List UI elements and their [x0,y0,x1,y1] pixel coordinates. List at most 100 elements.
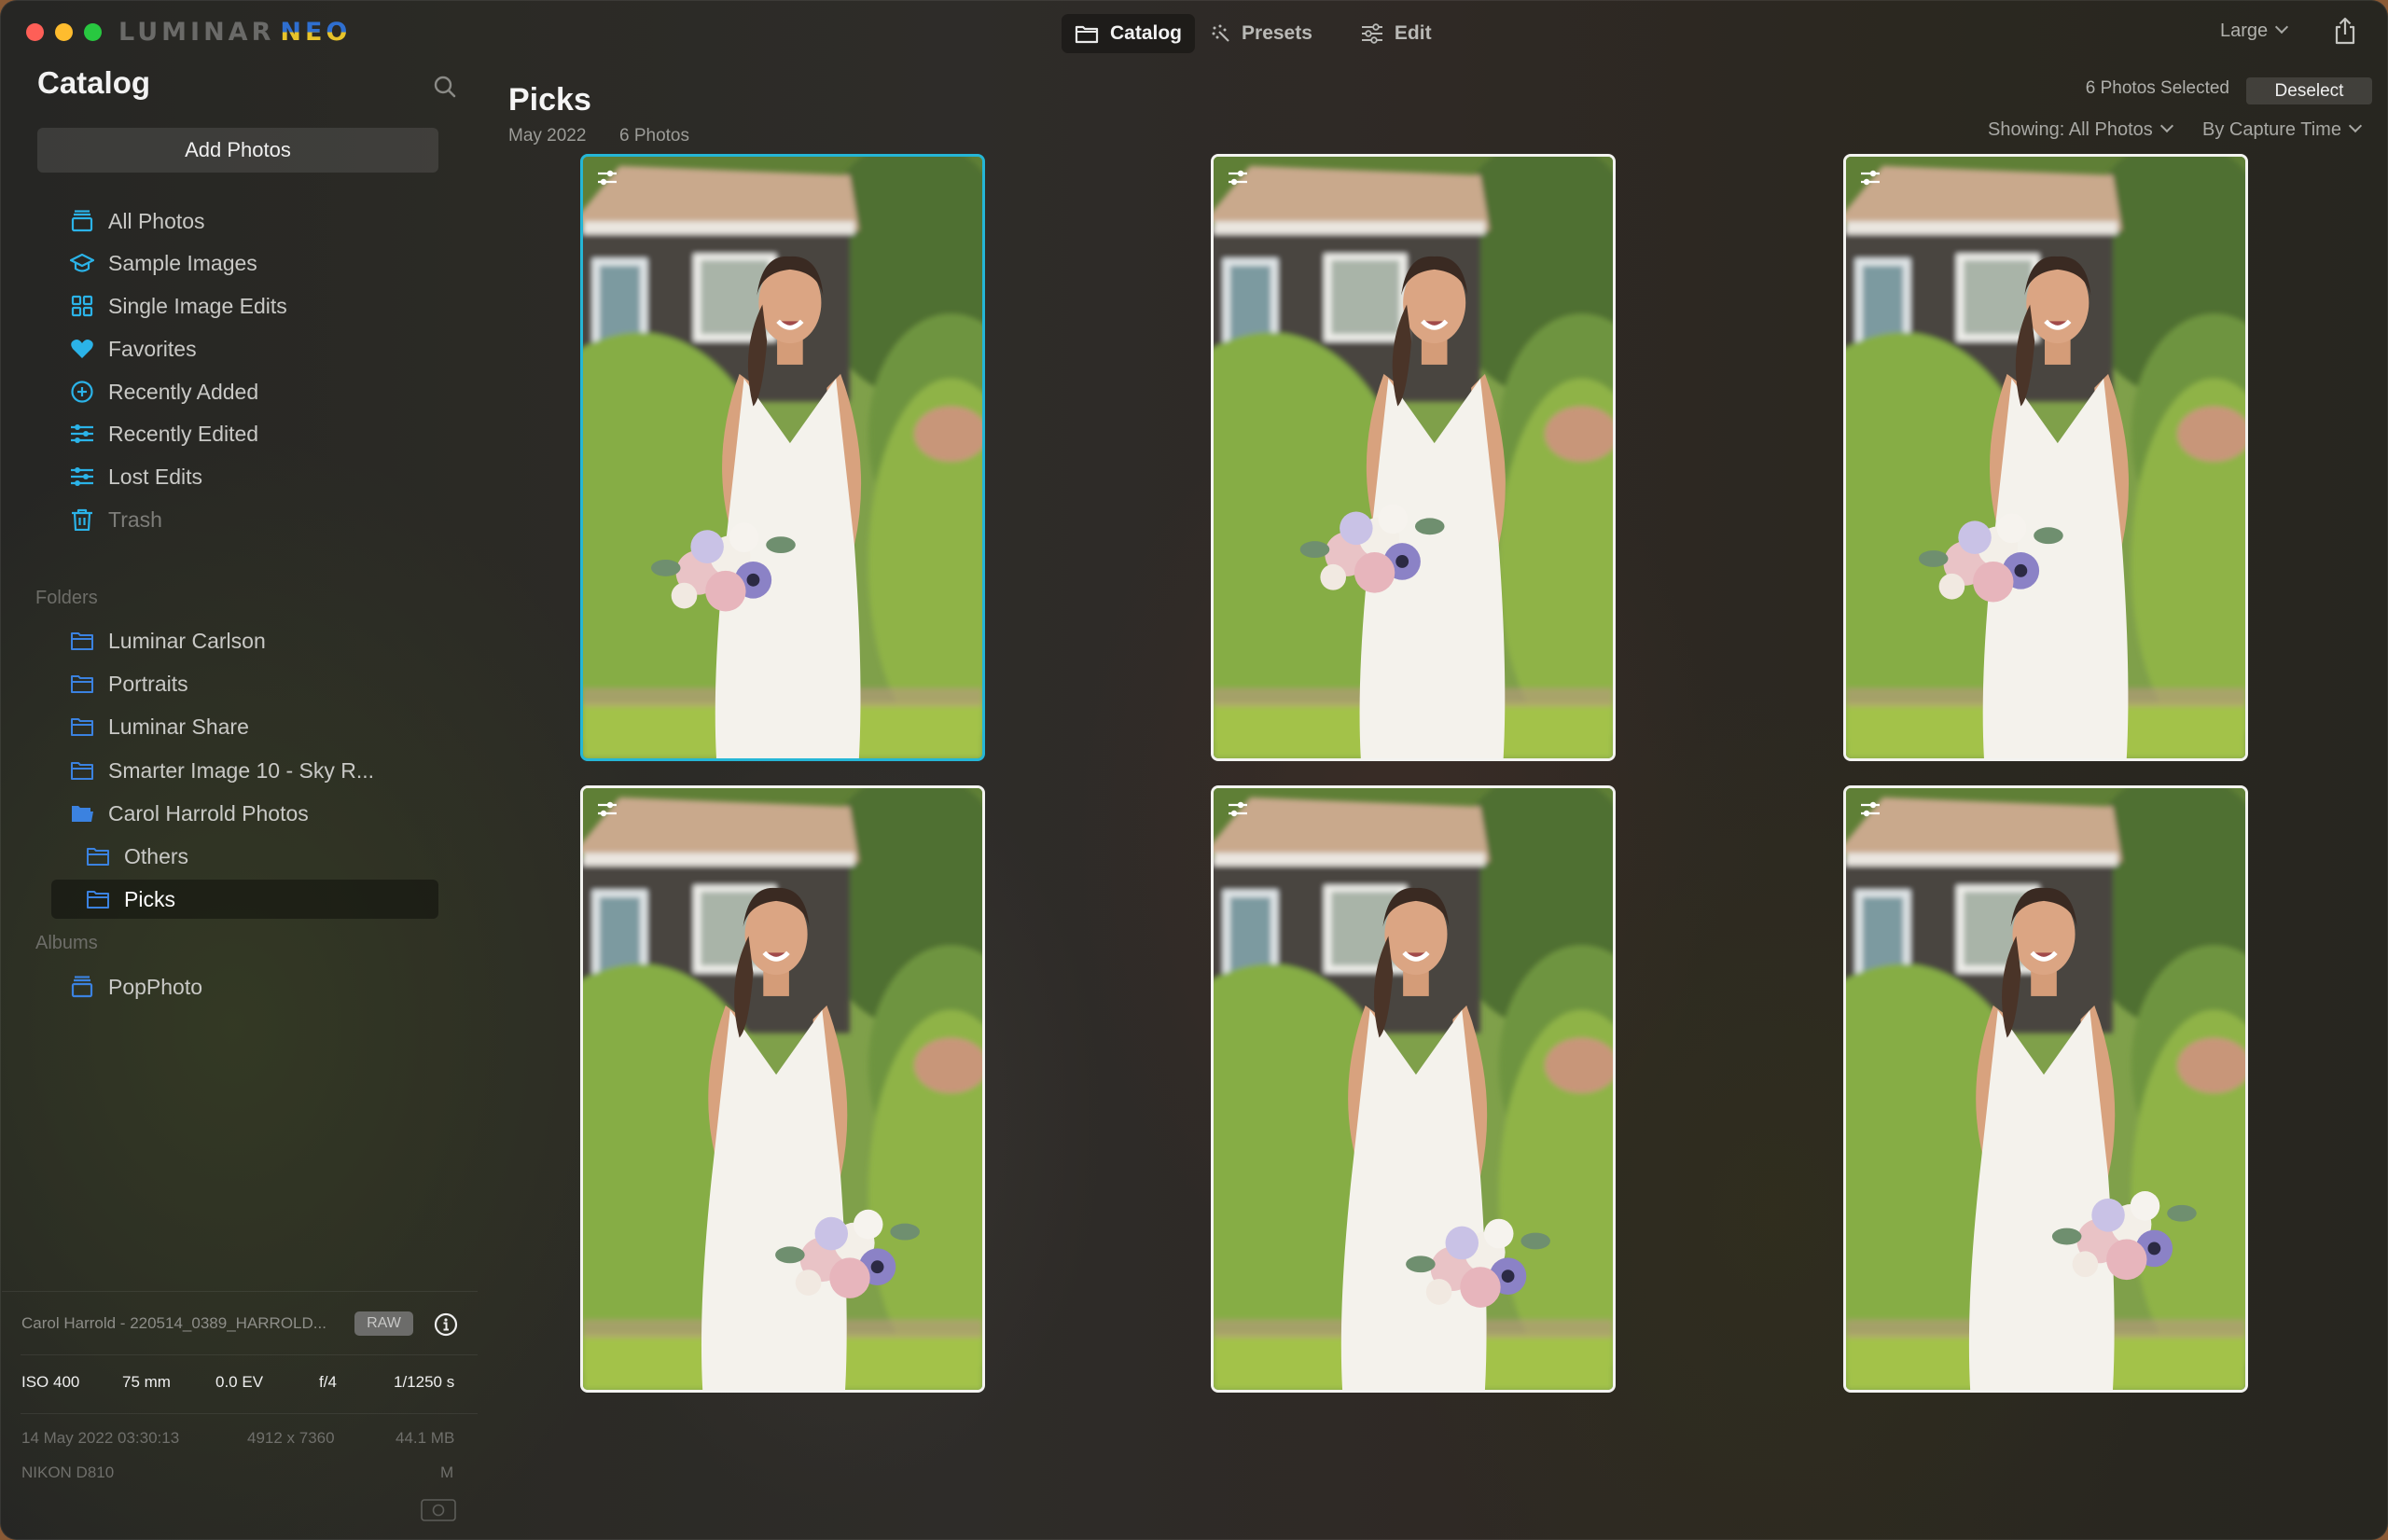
sidebar-item-label: Recently Added [108,379,259,404]
exif-focal-length: 75 mm [122,1373,171,1391]
photo-image [583,157,982,758]
grid-icon [71,295,93,317]
photo-thumbnail[interactable] [1843,785,2248,1393]
sort-dropdown[interactable]: By Capture Time [2202,118,2363,141]
sidebar-item-favorites[interactable]: Favorites [51,329,438,368]
sidebar-item-label: Recently Edited [108,421,259,446]
info-row-divider [21,1413,478,1414]
folder-item-luminar-share[interactable]: Luminar Share [51,707,438,746]
page-title: Picks [508,82,591,118]
info-dimensions: 4912 x 7360 [247,1429,335,1447]
sidebar-item-label: Single Image Edits [108,293,287,318]
camera-icon[interactable] [421,1499,456,1521]
albums-section-label: Albums [35,933,98,953]
folder-item-picks[interactable]: Picks [51,880,438,919]
logo-neo: NEO [280,18,352,47]
edited-badge-icon [1861,170,1880,186]
collection-date: May 2022 [508,126,587,146]
sidebar-item-recently-edited[interactable]: Recently Edited [51,414,438,453]
sidebar-item-lost-edits[interactable]: Lost Edits [51,457,438,496]
trash-icon [72,508,92,531]
info-file-size: 44.1 MB [396,1429,455,1447]
mode-tabs: Catalog Presets Edit [1062,14,1449,53]
photo-thumbnail[interactable] [1843,154,2248,761]
folder-item-luminar-carlson[interactable]: Luminar Carlson [51,621,438,660]
photo-image [1846,157,2245,758]
folder-label: Luminar Carlson [108,628,266,653]
edited-badge-icon [1861,801,1880,817]
sidebar-item-trash[interactable]: Trash [51,500,438,539]
info-icon[interactable] [434,1312,458,1337]
photo-thumbnail[interactable] [580,785,985,1393]
tab-edit-label: Edit [1394,22,1432,44]
info-panel-divider [2,1291,478,1292]
folder-item-portraits[interactable]: Portraits [51,664,438,703]
tab-presets-label: Presets [1242,22,1312,44]
sliders-icon [71,424,93,443]
search-icon[interactable] [433,75,457,99]
info-row-divider [21,1354,478,1355]
stack-icon [71,210,93,232]
sliders-icon [71,467,93,486]
filter-dropdown[interactable]: Showing: All Photos [1988,118,2173,141]
info-filename: Carol Harrold - 220514_0389_HARROLD... [21,1314,326,1332]
album-label: PopPhoto [108,974,203,999]
folder-icon [71,762,93,780]
minimize-window-button[interactable] [55,23,73,41]
add-photos-button[interactable]: Add Photos [37,128,438,173]
view-size-dropdown[interactable]: Large [2220,20,2289,42]
folder-label: Smarter Image 10 - Sky R... [108,757,375,783]
exif-iso: ISO 400 [21,1373,80,1391]
sidebar-item-all-photos[interactable]: All Photos [51,201,438,241]
view-size-label: Large [2220,21,2269,41]
sidebar-item-sample-images[interactable]: Sample Images [51,243,438,283]
sidebar-item-single-image-edits[interactable]: Single Image Edits [51,286,438,326]
folder-item-smarter-image[interactable]: Smarter Image 10 - Sky R... [51,751,438,790]
sidebar-item-label: Favorites [108,336,197,361]
folder-item-others[interactable]: Others [51,837,438,876]
photo-image [583,788,982,1390]
sliders-icon [1361,23,1382,44]
info-exposure-mode: M [440,1464,454,1481]
photo-thumbnail[interactable] [1211,785,1616,1393]
photo-thumbnail[interactable] [580,154,985,761]
deselect-button[interactable]: Deselect [2246,77,2372,104]
folder-label: Picks [124,886,175,911]
app-window: LUMINAR NEO Catalog Presets Edit Large Ca… [0,0,2388,1540]
edited-badge-icon [598,170,617,186]
photo-image [1214,788,1613,1390]
selection-status: 6 Photos Selected [2085,78,2229,98]
photo-thumbnail[interactable] [1211,154,1616,761]
folder-label: Others [124,843,189,868]
folder-icon [87,891,109,909]
tab-presets[interactable]: Presets [1199,14,1326,53]
info-capture-date: 14 May 2022 03:30:13 [21,1429,180,1447]
folders-section-label: Folders [35,588,98,608]
zoom-window-button[interactable] [84,23,102,41]
plus-circle-icon [71,381,93,403]
tab-catalog-label: Catalog [1110,22,1183,44]
logo-luminar: LUMINAR [118,18,275,47]
folder-item-carol-harrold-photos[interactable]: Carol Harrold Photos [51,794,438,833]
tab-catalog[interactable]: Catalog [1062,14,1196,53]
album-item-popphoto[interactable]: PopPhoto [51,967,438,1006]
folder-icon [71,632,93,650]
folder-icon [87,848,109,866]
edited-badge-icon [1229,801,1247,817]
exif-aperture: f/4 [319,1373,337,1391]
folder-open-icon [72,806,93,822]
close-window-button[interactable] [26,23,44,41]
share-icon[interactable] [2334,17,2356,45]
folder-label: Carol Harrold Photos [108,800,309,825]
sidebar-item-recently-added[interactable]: Recently Added [51,372,438,411]
exif-shutter: 1/1250 s [394,1373,455,1391]
info-camera: NIKON D810 [21,1464,115,1481]
chevron-down-icon [2348,118,2363,133]
filter-label: Showing: All Photos [1988,119,2153,140]
magic-wand-icon [1212,24,1229,42]
tab-edit[interactable]: Edit [1348,14,1445,53]
sidebar-item-label: Trash [108,506,162,532]
sidebar-item-label: All Photos [108,208,205,233]
photo-image [1846,788,2245,1390]
sidebar-item-label: Lost Edits [108,464,202,489]
